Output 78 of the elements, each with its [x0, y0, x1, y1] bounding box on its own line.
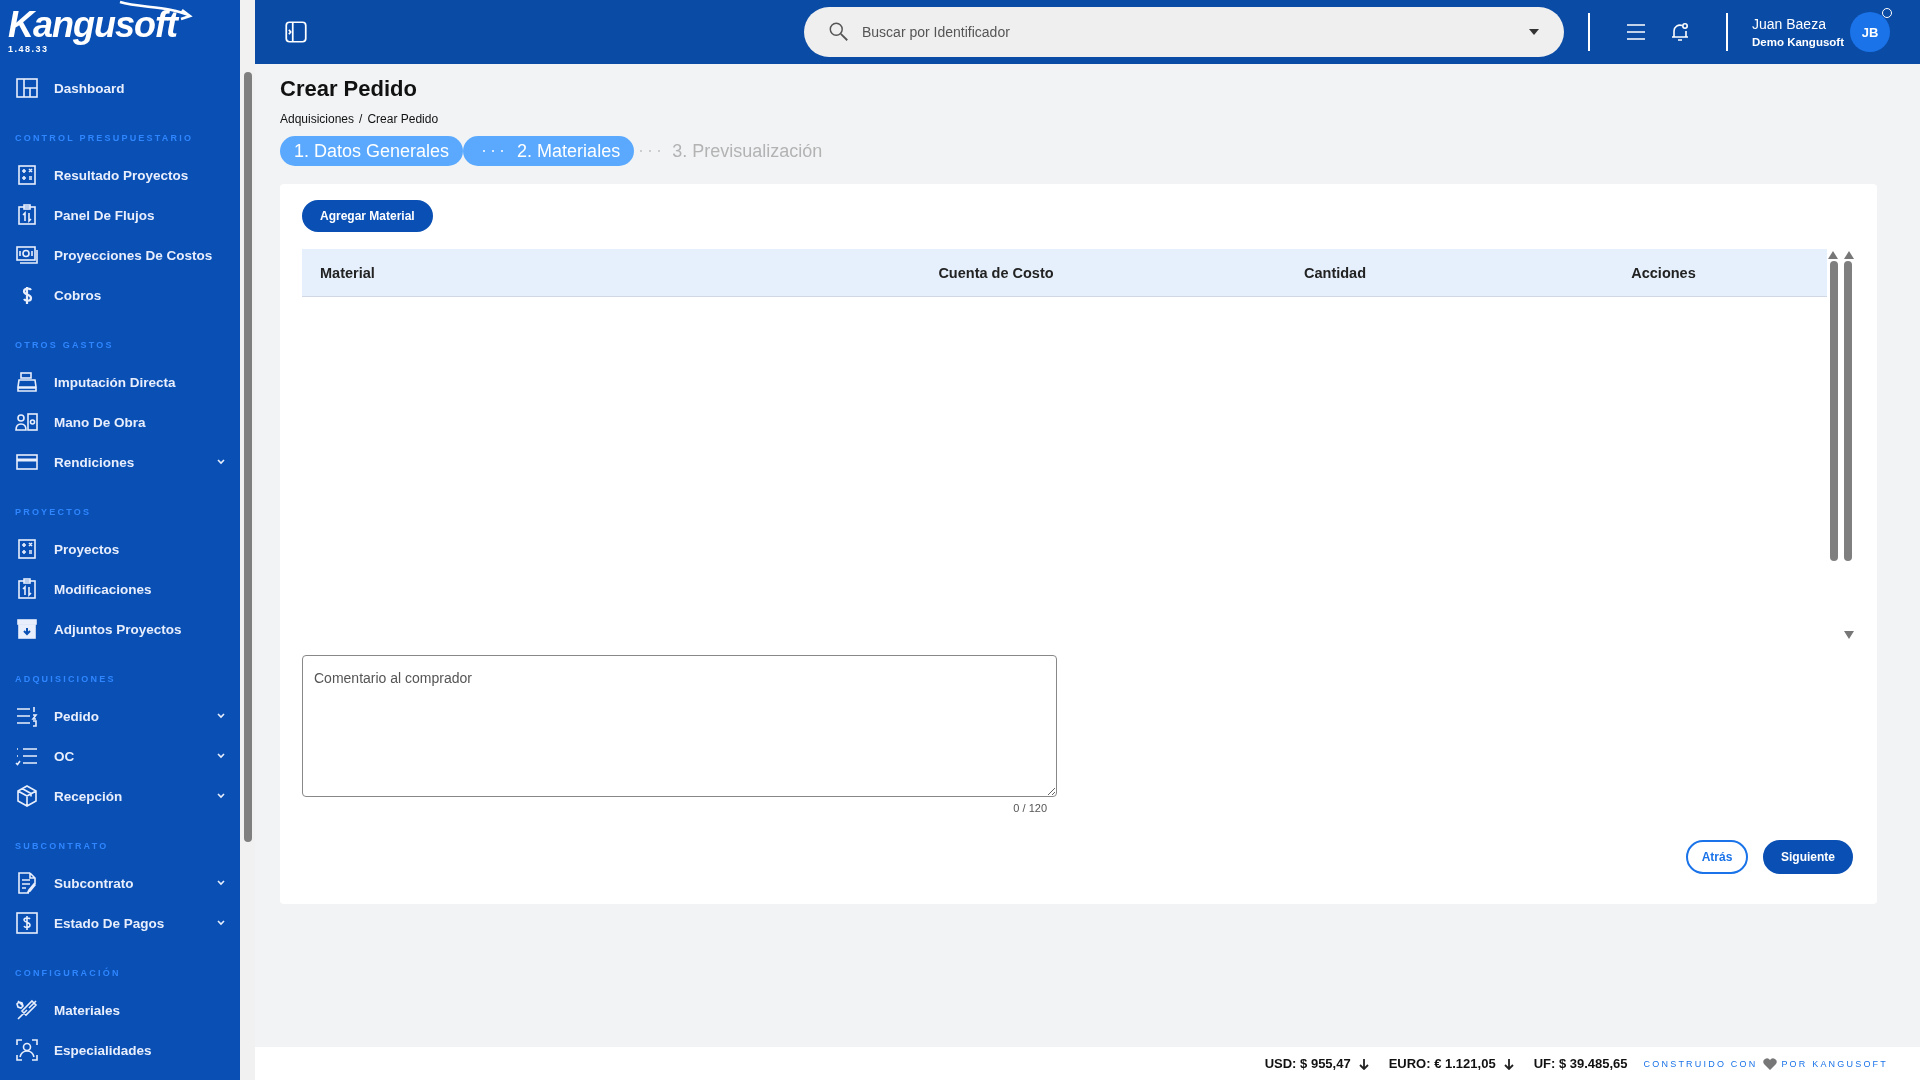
- section-heading: ADQUISICIONES: [14, 673, 117, 686]
- sidebar-item[interactable]: Proyecciones De Costos: [0, 235, 240, 275]
- sidebar-item[interactable]: Adjuntos Proyectos: [0, 609, 240, 649]
- sidebar-item[interactable]: Recepción: [0, 776, 240, 816]
- sidebar-item[interactable]: Imputación Directa: [0, 362, 240, 402]
- comment-field[interactable]: Comentario al comprador: [302, 655, 1057, 797]
- clipboard-arrows-icon: [15, 203, 39, 227]
- column-header: Cuenta de Costo: [937, 264, 1055, 281]
- cash-register-icon: [15, 370, 39, 394]
- credit-text: POR KANGUSOFT: [1781, 1058, 1888, 1069]
- section-heading: PROYECTOS: [14, 506, 93, 519]
- box-icon: [15, 784, 39, 808]
- sidebar-item[interactable]: Estado De Pagos: [0, 903, 240, 943]
- column-header: Material: [319, 264, 376, 281]
- chevron-down-icon: [216, 878, 226, 888]
- clipboard-arrows-icon: [15, 577, 39, 601]
- sidebar-item[interactable]: Rendiciones: [0, 442, 240, 482]
- chevron-down-icon: [216, 791, 226, 801]
- search-bar[interactable]: Buscar por Identificador: [804, 7, 1564, 57]
- heart-icon: [1763, 1057, 1778, 1070]
- chevron-down-icon: [216, 457, 226, 467]
- document-pencil-icon: [15, 871, 39, 895]
- section-heading: OTROS GASTOS: [14, 339, 115, 352]
- exchange-rate: USD: $ 955,47: [1264, 1056, 1351, 1071]
- column-header: Acciones: [1630, 264, 1697, 281]
- scrollbar-thumb[interactable]: [243, 72, 252, 842]
- scroll-down-icon: [1844, 631, 1854, 639]
- tools-icon: [15, 998, 39, 1022]
- section-heading: SUBCONTRATO: [14, 840, 110, 853]
- search-icon: [828, 21, 850, 43]
- sidebar-item[interactable]: Materiales: [0, 990, 240, 1030]
- section-heading: CONFIGURACIÓN: [14, 966, 122, 980]
- exchange-rate: UF: $ 39.485,65: [1533, 1056, 1628, 1071]
- page-title: Crear Pedido: [280, 76, 418, 102]
- search-field[interactable]: Buscar por Identificador: [860, 23, 1518, 41]
- calculator-icon: [15, 163, 39, 187]
- sidebar-item[interactable]: Modificaciones: [0, 569, 240, 609]
- money-bills-icon: [15, 243, 39, 267]
- sidebar-toggle-icon: [283, 19, 309, 45]
- sidebar-item[interactable]: Pedido: [0, 696, 240, 736]
- calculator-icon: [15, 537, 39, 561]
- numbered-list-icon: [15, 704, 39, 728]
- logo: Kangusoft: [8, 0, 197, 44]
- breadcrumb-item: Crear Pedido: [367, 112, 439, 126]
- version-label: 1.48.33: [8, 44, 49, 54]
- sidebar-item[interactable]: Mano De Obra: [0, 402, 240, 442]
- breadcrumb-separator: /: [359, 112, 363, 126]
- archive-download-icon: [15, 617, 39, 641]
- sidebar-item[interactable]: Dashboard: [0, 68, 240, 108]
- sidebar-item[interactable]: Resultado Proyectos: [0, 155, 240, 195]
- next-button[interactable]: Siguiente: [1763, 840, 1853, 874]
- character-counter: 0 / 120: [1012, 802, 1047, 814]
- chevron-down-icon: [216, 751, 226, 761]
- sidebar-item[interactable]: Proyectos: [0, 529, 240, 569]
- company-name: Demo Kangusoft: [1752, 36, 1844, 48]
- sidebar-item[interactable]: Cobros: [0, 275, 240, 315]
- scrollbar-thumb[interactable]: [1830, 261, 1838, 561]
- sidebar-item[interactable]: Especialidades: [0, 1030, 240, 1070]
- section-heading: CONTROL PRESUPUESTARIO: [14, 132, 195, 145]
- user-avatar[interactable]: JB: [1850, 12, 1890, 52]
- sidebar-item[interactable]: Subcontrato: [0, 863, 240, 903]
- column-header: Cantidad: [1303, 264, 1367, 281]
- sidebar-item[interactable]: OC: [0, 736, 240, 776]
- dropdown-caret-icon: [1528, 28, 1540, 36]
- dollar-document-icon: [15, 911, 39, 935]
- chevron-down-icon: [216, 711, 226, 721]
- scrollbar-thumb[interactable]: [1844, 261, 1852, 561]
- chevron-down-icon: [216, 918, 226, 928]
- back-button[interactable]: Atrás: [1686, 840, 1748, 874]
- breadcrumb-item[interactable]: Adquisiciones: [280, 112, 355, 126]
- person-frame-icon: [15, 1038, 39, 1062]
- add-material-button[interactable]: Agregar Material: [302, 200, 433, 232]
- exchange-rate: EURO: € 1.121,05: [1388, 1056, 1496, 1071]
- user-name: Juan Baeza: [1752, 16, 1826, 32]
- sidebar-item[interactable]: Panel De Flujos: [0, 195, 240, 235]
- credit-text: CONSTRUIDO CON: [1643, 1058, 1758, 1069]
- worker-money-icon: [15, 410, 39, 434]
- dashboard-icon: [15, 76, 39, 100]
